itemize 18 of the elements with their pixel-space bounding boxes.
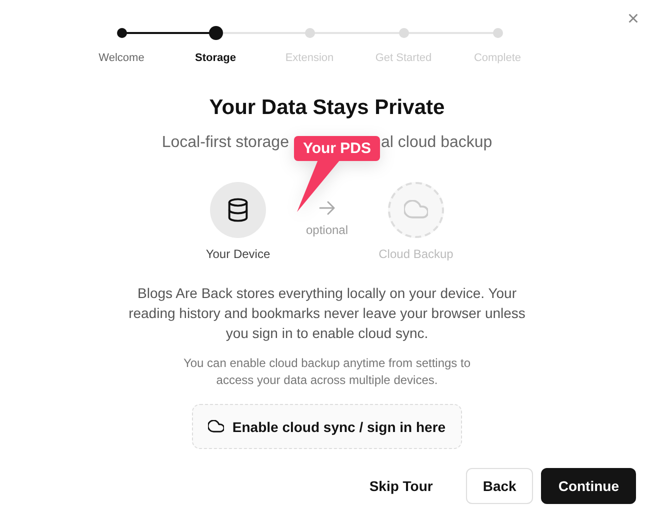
callout: Your PDS: [294, 136, 380, 212]
step-label: Storage: [195, 52, 236, 64]
continue-button[interactable]: Continue: [541, 468, 636, 504]
close-button[interactable]: ×: [624, 7, 642, 31]
sync-button[interactable]: Enable cloud sync / sign in here: [192, 404, 462, 449]
back-button[interactable]: Back: [466, 468, 534, 504]
step-label: Welcome: [98, 52, 144, 64]
cloud-icon: [404, 200, 428, 220]
connector-label: optional: [306, 223, 348, 237]
page-title: Your Data Stays Private: [209, 96, 445, 120]
node-label: Cloud Backup: [378, 247, 454, 261]
subtitle: Local-first storage: [162, 134, 289, 152]
cloud-icon: [208, 420, 224, 433]
node-label: Your Device: [206, 247, 270, 261]
arrow-icon: [319, 201, 335, 215]
note: You can enable cloud backup anytime from settings to access your data across multiple devices.: [182, 355, 472, 389]
description: Blogs Are Back stores everything locally on your device. Your reading history and bookmarks never leave your browser unless you sign in to enable cloud sync.: [128, 284, 526, 343]
subtitle: al cloud backup: [380, 134, 492, 152]
